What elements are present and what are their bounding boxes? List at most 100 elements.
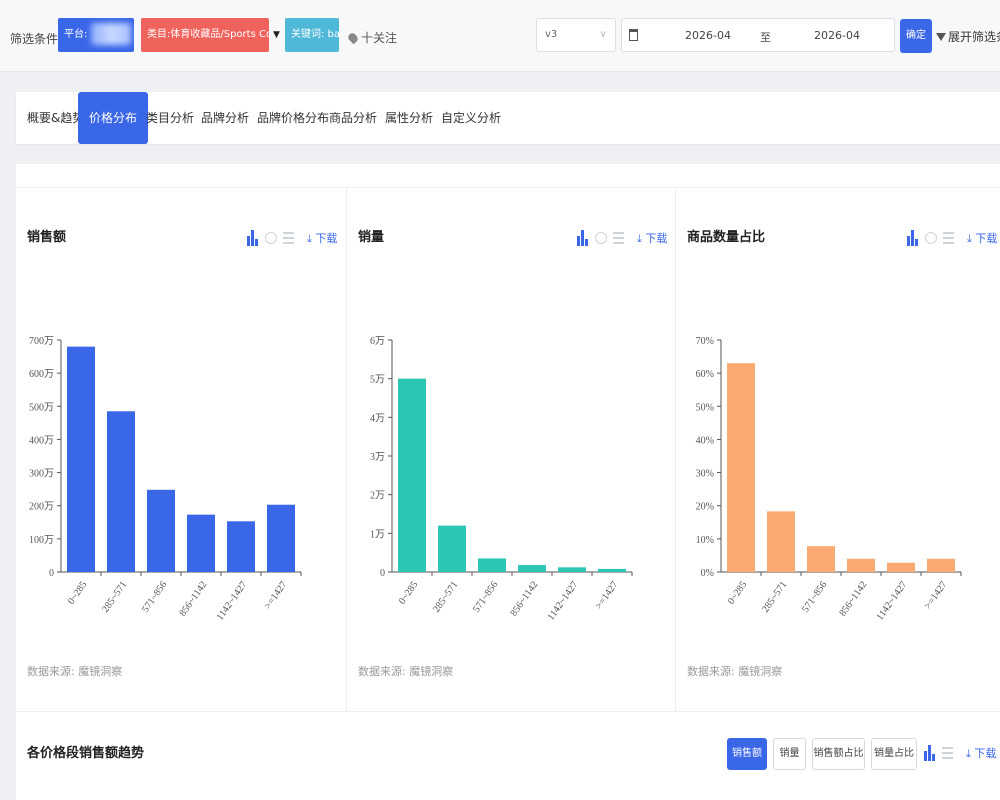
x-tick-label: >=1427 bbox=[923, 579, 950, 611]
y-tick-label: 100万 bbox=[29, 535, 54, 546]
platform-tag-label: 平台: bbox=[64, 29, 88, 40]
date-from[interactable]: 2026-04 bbox=[685, 29, 731, 42]
version-value: v3 bbox=[545, 29, 558, 40]
download-label: 下载 bbox=[645, 232, 668, 245]
y-tick-label: 70% bbox=[696, 336, 714, 347]
x-tick-label: 856~1142 bbox=[508, 579, 540, 618]
tab-custom-analysis[interactable]: 自定义分析 bbox=[441, 92, 501, 144]
analysis-tabs: 概要&趋势 价格分布 类目分析 品牌分析 品牌价格分布 商品分析 属性分析 自定… bbox=[16, 92, 1000, 144]
bar bbox=[727, 363, 755, 572]
list-icon[interactable] bbox=[943, 232, 954, 244]
trend-title: 各价格段销售额趋势 bbox=[27, 746, 145, 761]
data-source: 数据来源: 魔镜洞察 bbox=[687, 665, 783, 678]
y-tick-label: 2万 bbox=[370, 491, 385, 502]
bar bbox=[598, 568, 626, 572]
category-tag[interactable]: 类目:体育收藏品/Sports Collectibles bbox=[141, 18, 269, 52]
y-tick-label: 200万 bbox=[29, 502, 54, 513]
bar bbox=[767, 511, 795, 572]
bar bbox=[438, 525, 466, 572]
category-dropdown-icon[interactable]: ▼ bbox=[273, 30, 280, 40]
platform-tag[interactable]: 平台: bbox=[58, 18, 134, 52]
main-panel: 销售额 ⤓ 下载 0 100万 200万 300万 400万 500万 600万 700万 0~… bbox=[16, 164, 1000, 800]
keyword-tag[interactable]: 关键词: ball bbox=[285, 18, 339, 52]
x-tick-label: 0~285 bbox=[726, 579, 750, 606]
tab-price-distribution[interactable]: 价格分布 bbox=[78, 92, 149, 144]
bar-chart-icon[interactable] bbox=[247, 230, 259, 246]
y-tick-label: 600万 bbox=[29, 369, 54, 380]
sales-amount-chart: 0 100万 200万 300万 400万 500万 600万 700万 0~285 285~57… bbox=[29, 336, 302, 623]
trend-metric-sales-button[interactable]: 销售额 bbox=[727, 738, 767, 770]
x-tick-label: 0~285 bbox=[397, 579, 421, 606]
y-tick-label: 40% bbox=[696, 435, 714, 446]
list-icon[interactable] bbox=[613, 232, 624, 244]
y-tick-label: 30% bbox=[696, 469, 714, 480]
bar-chart-icon[interactable] bbox=[577, 230, 589, 246]
y-tick-label: 0 bbox=[380, 568, 385, 579]
x-tick-label: 0~285 bbox=[66, 579, 90, 606]
list-icon[interactable] bbox=[283, 232, 294, 244]
date-to[interactable]: 2026-04 bbox=[814, 29, 860, 42]
y-tick-label: 300万 bbox=[29, 469, 54, 480]
x-tick-label: 1142~1427 bbox=[546, 579, 581, 622]
tab-category-analysis[interactable]: 类目分析 bbox=[146, 92, 194, 144]
bar bbox=[558, 567, 586, 572]
price-segment-trend-section: 各价格段销售额趋势 销售额 销量 销售额占比 销量占比 ⤓ 下载 bbox=[16, 711, 1000, 800]
bar bbox=[398, 378, 426, 572]
list-icon[interactable] bbox=[942, 747, 953, 759]
x-tick-label: 285~571 bbox=[760, 579, 789, 614]
x-tick-label: >=1427 bbox=[594, 579, 621, 611]
download-button[interactable]: ⤓ 下载 bbox=[966, 745, 996, 761]
y-tick-label: 500万 bbox=[29, 402, 54, 413]
bar bbox=[887, 562, 915, 572]
location-pin-icon bbox=[346, 31, 360, 45]
bar-chart-icon[interactable] bbox=[924, 745, 936, 761]
date-range-picker[interactable]: 2026-04 至 2026-04 bbox=[621, 18, 895, 52]
sales-volume-card: 销量 ⤓ 下载 0 1万 2万 3万 4万 5万 6万 0~285 285~571 571~856… bbox=[346, 188, 675, 711]
tab-attribute-analysis[interactable]: 属性分析 bbox=[385, 92, 433, 144]
bar bbox=[478, 558, 506, 572]
data-source: 数据来源: 魔镜洞察 bbox=[27, 665, 123, 678]
pie-chart-icon[interactable] bbox=[595, 232, 607, 244]
tab-product-analysis[interactable]: 商品分析 bbox=[329, 92, 377, 144]
download-button[interactable]: ⤓ 下载 bbox=[967, 230, 997, 246]
x-tick-label: 285~571 bbox=[100, 579, 129, 614]
bar bbox=[107, 411, 135, 572]
calendar-icon bbox=[629, 29, 638, 41]
tab-brand-analysis[interactable]: 品牌分析 bbox=[201, 92, 249, 144]
confirm-button[interactable]: 确定 bbox=[900, 19, 932, 53]
tab-brand-price-distribution[interactable]: 品牌价格分布 bbox=[257, 92, 329, 144]
product-share-card: 商品数量占比 ⤓ 下载 0% 10% 20% 30% 40% 50% 60% 70% 0~285… bbox=[675, 188, 1000, 711]
bar bbox=[518, 565, 546, 572]
sales-volume-chart: 0 1万 2万 3万 4万 5万 6万 0~285 285~571 571~856 856~1142… bbox=[370, 336, 633, 623]
bar bbox=[807, 546, 835, 572]
download-button[interactable]: ⤓ 下载 bbox=[637, 230, 667, 246]
x-tick-label: 856~1142 bbox=[837, 579, 869, 618]
y-tick-label: 20% bbox=[696, 502, 714, 513]
bar-chart-icon[interactable] bbox=[907, 230, 919, 246]
x-tick-label: 285~571 bbox=[431, 579, 460, 614]
download-label: 下载 bbox=[975, 232, 998, 245]
download-label: 下载 bbox=[315, 232, 338, 245]
y-tick-label: 60% bbox=[696, 369, 714, 380]
download-button[interactable]: ⤓ 下载 bbox=[307, 230, 337, 246]
trend-metric-volume-share-button[interactable]: 销量占比 bbox=[871, 738, 917, 770]
bar bbox=[147, 489, 175, 572]
filter-icon bbox=[936, 33, 946, 41]
trend-metric-sales-share-button[interactable]: 销售额占比 bbox=[812, 738, 865, 770]
bar bbox=[227, 521, 255, 572]
x-tick-label: 1142~1427 bbox=[215, 579, 250, 622]
bar bbox=[67, 346, 95, 572]
y-tick-label: 5万 bbox=[370, 375, 385, 386]
tab-overview[interactable]: 概要&趋势 bbox=[27, 92, 84, 144]
follow-button[interactable]: 十关注 bbox=[346, 29, 397, 46]
panel-top-strip bbox=[16, 164, 1000, 188]
download-label: 下载 bbox=[974, 747, 997, 760]
expand-filters-button[interactable]: 展开筛选条件 bbox=[936, 28, 1000, 45]
expand-filters-label: 展开筛选条件 bbox=[948, 30, 1000, 44]
trend-metric-volume-button[interactable]: 销量 bbox=[773, 738, 806, 770]
sales-amount-card: 销售额 ⤓ 下载 0 100万 200万 300万 400万 500万 600万 700万 0~… bbox=[16, 188, 346, 711]
y-tick-label: 0 bbox=[49, 568, 54, 579]
version-select[interactable]: v3 ∨ bbox=[536, 18, 616, 52]
pie-chart-icon[interactable] bbox=[265, 232, 277, 244]
pie-chart-icon[interactable] bbox=[925, 232, 937, 244]
